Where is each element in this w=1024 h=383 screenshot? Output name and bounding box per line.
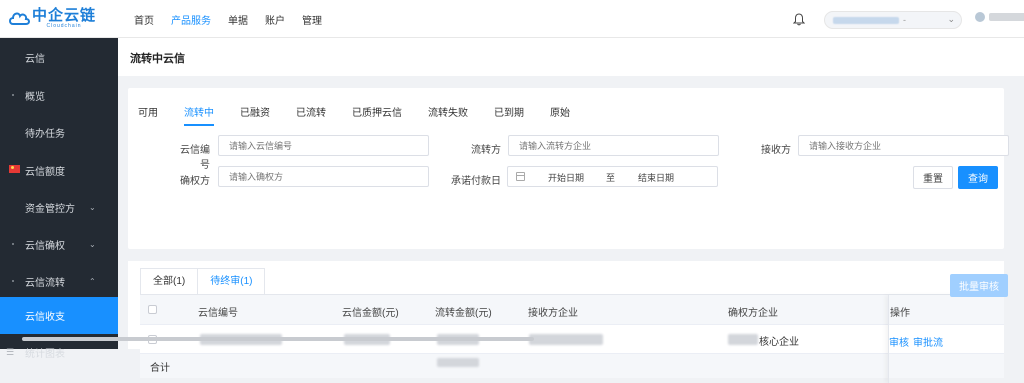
calendar-icon	[516, 172, 525, 181]
org-name-suffix: -	[903, 15, 906, 25]
yunxin-no-label: 云信编号	[180, 145, 210, 171]
tab-transfer-failed[interactable]: 流转失败	[428, 104, 468, 124]
end-date-input[interactable]: 结束日期	[638, 171, 674, 184]
nav-home[interactable]: 首页	[134, 12, 154, 27]
main-content: 流转中云信 可用 流转中 已融资 已流转 已质押云信 流转失败 已到期 原始 云…	[118, 38, 1024, 383]
nav-manage[interactable]: 管理	[302, 12, 322, 27]
tab-in-transfer[interactable]: 流转中	[184, 104, 214, 126]
tab-financed[interactable]: 已融资	[240, 104, 270, 124]
table-header: 云信编号 云信金额(元) 流转金额(元) 接收方企业 确权方企业 操作	[140, 295, 1004, 325]
query-button[interactable]: 查询	[958, 166, 998, 189]
transferor-label: 流转方	[471, 145, 501, 156]
receiver-input[interactable]	[798, 135, 1009, 156]
date-range-separator: 至	[606, 173, 616, 183]
cloud-logo-icon	[9, 12, 30, 25]
column-header: 云信金额(元)	[342, 308, 399, 319]
sidebar-item-fund-control[interactable]: 资金管控方 ⌄	[0, 189, 118, 226]
page-title: 流转中云信	[130, 53, 185, 65]
sidebar-item-income-expense[interactable]: 云信收支	[0, 297, 118, 334]
confirmer-input[interactable]	[218, 166, 429, 187]
confirmer-company: 核心企业	[759, 337, 799, 348]
tab-all[interactable]: 全部(1)	[140, 268, 199, 295]
status-tabs: 可用 流转中 已融资 已流转 已质押云信 流转失败 已到期 原始	[138, 104, 596, 126]
tab-pledged[interactable]: 已质押云信	[352, 104, 402, 124]
confirmer-label: 确权方	[180, 176, 210, 187]
batch-review-button[interactable]: 批量审核	[950, 274, 1008, 297]
bell-icon[interactable]	[793, 13, 805, 26]
page-header: 流转中云信	[118, 38, 1024, 76]
nav-documents[interactable]: 单据	[228, 12, 248, 27]
avatar	[975, 12, 985, 22]
sidebar-item-label: 统计图表	[25, 349, 65, 360]
list-card: 全部(1) 待终审(1) 云信编号 云信金额(元) 流转金额(元) 接收方企业 …	[128, 261, 1004, 383]
bullet-icon	[12, 94, 14, 96]
column-header: 确权方企业	[728, 308, 778, 319]
approval-flow-link[interactable]: 审批流	[913, 334, 943, 349]
table-summary-row: 合计	[140, 354, 1004, 378]
user-name-redacted	[989, 13, 1024, 21]
nav-account[interactable]: 账户	[265, 12, 285, 27]
start-date-input[interactable]: 开始日期	[548, 171, 584, 184]
pay-date-range-picker[interactable]: 开始日期 至 结束日期	[507, 166, 718, 187]
tab-available[interactable]: 可用	[138, 104, 158, 124]
chevron-down-icon: ⌄	[89, 203, 96, 212]
column-header: 接收方企业	[528, 308, 578, 319]
confirmer-redacted	[728, 334, 758, 345]
flag-icon	[9, 165, 20, 173]
tab-expired[interactable]: 已到期	[494, 104, 524, 124]
chevron-down-icon: ⌄	[89, 240, 96, 249]
app-logo[interactable]: 中企云链 Cloudchain	[8, 8, 96, 29]
column-header: 云信编号	[198, 308, 238, 319]
user-menu[interactable]	[975, 12, 1024, 22]
sidebar-item-todo[interactable]: 待办任务	[0, 114, 118, 151]
tab-transferred[interactable]: 已流转	[296, 104, 326, 124]
pay-date-label: 承诺付款日	[451, 176, 501, 187]
yunxin-no-input[interactable]	[218, 135, 429, 156]
sidebar-item-label: 云信收支	[25, 312, 65, 323]
chevron-down-icon: ⌄	[947, 14, 955, 24]
horizontal-scrollbar[interactable]	[22, 337, 534, 341]
nav-products[interactable]: 产品服务	[171, 12, 211, 27]
transferor-input[interactable]	[508, 135, 719, 156]
summary-label: 合计	[150, 363, 170, 374]
sidebar-item-label: 云信确权	[25, 241, 65, 252]
list-tabs: 全部(1) 待终审(1)	[140, 261, 266, 295]
column-header: 流转金额(元)	[435, 308, 492, 319]
sidebar-item-quota[interactable]: 云信额度	[0, 152, 118, 189]
receiver-label: 接收方	[761, 145, 791, 156]
sidebar-item-label: 待办任务	[25, 129, 65, 140]
bullet-icon	[12, 243, 14, 245]
top-bar: 中企云链 Cloudchain 首页 产品服务 单据 账户 管理 - ⌄	[0, 0, 1024, 38]
top-nav: 首页 产品服务 单据 账户 管理	[134, 0, 339, 38]
select-all-checkbox[interactable]	[148, 305, 157, 314]
receiver-redacted	[529, 334, 603, 345]
organization-select[interactable]: - ⌄	[824, 11, 962, 29]
sidebar-item-label: 云信额度	[25, 167, 65, 178]
sidebar-item-overview[interactable]: 概览	[0, 77, 118, 114]
review-link[interactable]: 审核	[889, 334, 909, 349]
sidebar-item-transfer[interactable]: 云信流转 ⌃	[0, 263, 118, 300]
summary-amount-redacted	[437, 358, 479, 367]
sidebar: 云信 概览 待办任务 云信额度 资金管控方 ⌄ 云信确权 ⌄ 云信流转 ⌃ 云信…	[0, 38, 118, 360]
logo-subtext: Cloudchain	[46, 23, 82, 29]
tab-original[interactable]: 原始	[550, 104, 570, 124]
sidebar-item-label: 资金管控方	[25, 204, 75, 215]
sidebar-item-yunxin[interactable]: 云信	[0, 39, 118, 76]
sidebar-item-label: 概览	[25, 92, 45, 103]
chevron-up-icon: ⌃	[89, 277, 96, 286]
tab-pending-final-review[interactable]: 待终审(1)	[198, 268, 266, 295]
column-header: 操作	[890, 308, 910, 319]
sidebar-item-label: 云信	[25, 54, 45, 65]
logo-text: 中企云链	[32, 7, 97, 24]
bullet-icon	[12, 280, 14, 282]
sidebar-item-confirm[interactable]: 云信确权 ⌄	[0, 226, 118, 263]
sidebar-item-label: 云信流转	[25, 278, 65, 289]
reset-button[interactable]: 重置	[913, 166, 953, 189]
org-name-redacted	[833, 17, 899, 24]
